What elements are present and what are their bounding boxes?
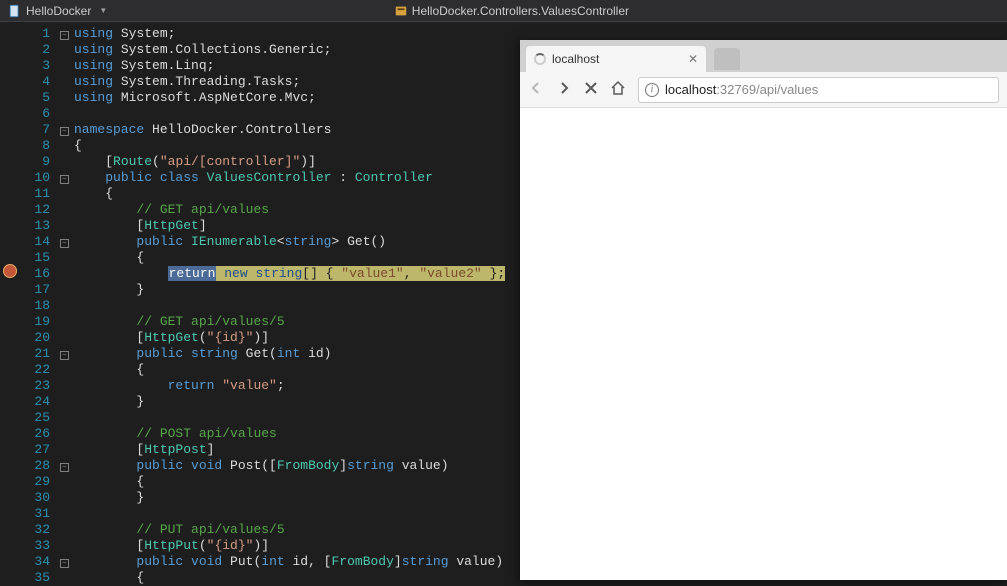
fold-gutter[interactable]: − − − − − − −	[60, 22, 74, 580]
browser-window: localhost ✕ i localhost:32769/api/values	[520, 40, 1007, 580]
nav-member-dropdown[interactable]: HelloDocker.Controllers.ValuesController	[386, 0, 637, 21]
address-bar[interactable]: i localhost:32769/api/values	[638, 77, 999, 103]
line-number-gutter: 1234567891011121314151617181920212223242…	[20, 22, 60, 580]
fold-toggle[interactable]: −	[60, 239, 69, 248]
forward-button[interactable]	[556, 80, 572, 99]
navigation-bar: HelloDocker ▼ HelloDocker.Controllers.Va…	[0, 0, 1007, 22]
tab-title: localhost	[552, 52, 599, 66]
fold-toggle[interactable]: −	[60, 463, 69, 472]
fold-toggle[interactable]: −	[60, 559, 69, 568]
stop-button[interactable]	[584, 81, 598, 98]
close-icon[interactable]: ✕	[688, 52, 698, 66]
chevron-down-icon: ▼	[99, 6, 107, 15]
breakpoint-icon[interactable]	[3, 264, 17, 278]
fold-toggle[interactable]: −	[60, 351, 69, 360]
loading-spinner-icon	[534, 53, 546, 65]
nav-member-label: HelloDocker.Controllers.ValuesController	[412, 4, 629, 18]
nav-file-dropdown[interactable]: HelloDocker ▼	[0, 0, 115, 21]
fold-toggle[interactable]: −	[60, 31, 69, 40]
new-tab-button[interactable]	[714, 48, 740, 70]
breakpoint-margin[interactable]	[0, 22, 20, 580]
browser-content	[520, 108, 1007, 580]
home-button[interactable]	[610, 80, 626, 99]
info-icon[interactable]: i	[645, 83, 659, 97]
url-text: localhost:32769/api/values	[665, 82, 818, 97]
back-button[interactable]	[528, 80, 544, 99]
fold-toggle[interactable]: −	[60, 127, 69, 136]
browser-toolbar: i localhost:32769/api/values	[520, 72, 1007, 108]
fold-toggle[interactable]: −	[60, 175, 69, 184]
csharp-file-icon	[8, 4, 22, 18]
browser-tab-strip: localhost ✕	[520, 40, 1007, 72]
class-icon	[394, 4, 408, 18]
nav-file-label: HelloDocker	[26, 4, 91, 18]
browser-tab[interactable]: localhost ✕	[526, 46, 706, 72]
